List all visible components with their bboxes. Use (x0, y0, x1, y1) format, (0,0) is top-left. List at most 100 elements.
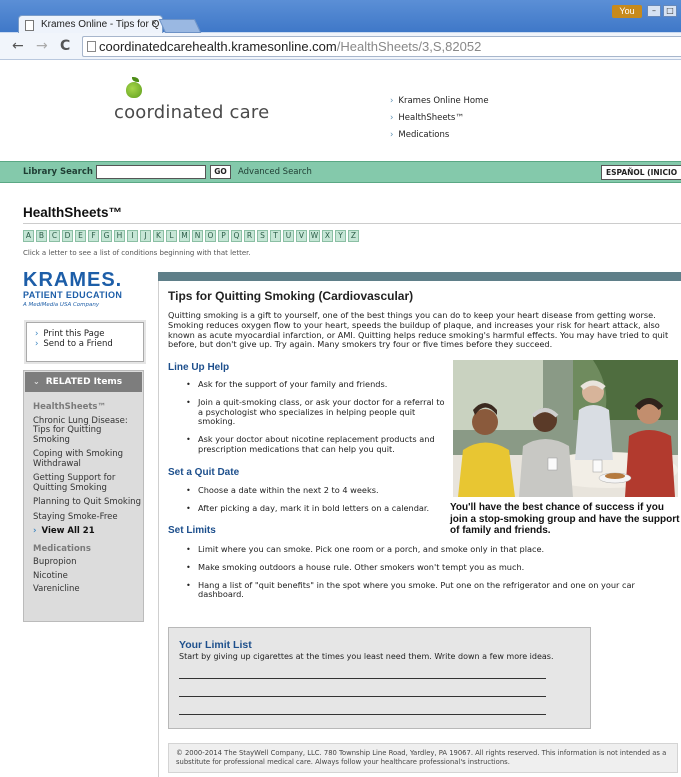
medication-link[interactable]: Varenicline (33, 584, 141, 595)
view-all-link[interactable]: View All 21 (33, 526, 141, 537)
write-in-line (179, 678, 546, 679)
krames-logo[interactable]: KRAMES. PATIENT EDUCATION A MediMedia US… (23, 270, 148, 308)
letter-h[interactable]: H (114, 230, 125, 242)
brand-name: coordinated care (114, 102, 270, 123)
letter-w[interactable]: W (309, 230, 320, 242)
limit-list-box: Your Limit List Start by giving up cigar… (168, 627, 591, 729)
copyright-footer: © 2000-2014 The StayWell Company, LLC. 7… (168, 743, 678, 773)
photo-caption: You'll have the best chance of success i… (450, 502, 680, 536)
category-medications: Medications (33, 543, 91, 554)
page-icon (87, 41, 96, 52)
letter-x[interactable]: X (322, 230, 333, 242)
letter-j[interactable]: J (140, 230, 151, 242)
header-links: Krames Online Home HealthSheets™ Medicat… (390, 93, 489, 144)
new-tab-button[interactable] (158, 19, 202, 33)
letter-y[interactable]: Y (335, 230, 346, 242)
print-page-link[interactable]: Print this Page (35, 329, 143, 339)
go-button[interactable]: GO (210, 165, 231, 179)
apple-icon (126, 82, 142, 98)
tab-strip: Krames Online - Tips for Q × You – □ (0, 0, 681, 33)
library-search-bar: Library Search GO Advanced Search ESPAÑO… (0, 161, 681, 183)
user-badge[interactable]: You (612, 5, 642, 18)
list-item: Make smoking outdoors a house rule. Othe… (186, 562, 676, 573)
bullet-list: Limit where you can smoke. Pick one room… (186, 544, 676, 608)
content-top-bar (158, 272, 681, 281)
content-border (158, 281, 159, 777)
browser-chrome: Krames Online - Tips for Q × You – □ ← →… (0, 0, 681, 60)
page-icon (25, 20, 34, 31)
bullet-list: Ask for the support of your family and f… (186, 379, 448, 463)
address-bar[interactable]: coordinatedcarehealth.kramesonline.com/H… (82, 36, 681, 57)
related-items-panel: RELATED Items HealthSheets™ Chronic Lung… (23, 370, 144, 622)
letter-o[interactable]: O (205, 230, 216, 242)
coordinated-care-logo[interactable]: coordinated care (112, 77, 282, 130)
letter-i[interactable]: I (127, 230, 138, 242)
related-link[interactable]: Getting Support for Quitting Smoking (33, 473, 141, 493)
letter-l[interactable]: L (166, 230, 177, 242)
support-group-image (453, 360, 678, 497)
link-healthsheets[interactable]: HealthSheets™ (390, 110, 489, 127)
browser-toolbar: ← → C coordinatedcarehealth.kramesonline… (0, 33, 681, 60)
letter-c[interactable]: C (49, 230, 60, 242)
letter-r[interactable]: R (244, 230, 255, 242)
forward-icon[interactable]: → (36, 38, 48, 54)
limit-list-instructions: Start by giving up cigarettes at the tim… (179, 652, 554, 661)
letter-p[interactable]: P (218, 230, 229, 242)
letter-e[interactable]: E (75, 230, 86, 242)
letter-a[interactable]: A (23, 230, 34, 242)
minimize-icon[interactable]: – (647, 5, 661, 17)
article-intro: Quitting smoking is a gift to yourself, … (168, 310, 669, 350)
list-item: Hang a list of "quit benefits" in the sp… (186, 580, 676, 601)
letter-z[interactable]: Z (348, 230, 359, 242)
related-items-list: HealthSheets™ Chronic Lung Disease: Tips… (33, 402, 141, 600)
letter-s[interactable]: S (257, 230, 268, 242)
close-icon[interactable]: × (151, 18, 157, 29)
letter-n[interactable]: N (192, 230, 203, 242)
write-in-line (179, 696, 546, 697)
url-path: /HealthSheets/3,S,82052 (336, 39, 482, 54)
letter-v[interactable]: V (296, 230, 307, 242)
browser-tab[interactable]: Krames Online - Tips for Q × (18, 15, 163, 33)
advanced-search-link[interactable]: Advanced Search (238, 167, 312, 177)
letter-k[interactable]: K (153, 230, 164, 242)
letter-b[interactable]: B (36, 230, 47, 242)
related-link[interactable]: Coping with Smoking Withdrawal (33, 449, 141, 469)
library-search-input[interactable] (96, 165, 206, 179)
support-group-photo (453, 360, 678, 497)
article-title: Tips for Quitting Smoking (Cardiovascula… (168, 289, 414, 303)
link-krames-home[interactable]: Krames Online Home (390, 93, 488, 110)
reload-icon[interactable]: C (60, 38, 70, 54)
letter-d[interactable]: D (62, 230, 73, 242)
medication-link[interactable]: Nicotine (33, 571, 141, 582)
related-items-header[interactable]: RELATED Items (25, 372, 142, 392)
related-link[interactable]: Staying Smoke-Free (33, 512, 141, 523)
write-in-line (179, 714, 546, 715)
letter-hint: Click a letter to see a list of conditio… (23, 249, 251, 257)
letter-q[interactable]: Q (231, 230, 242, 242)
category-healthsheets: HealthSheets™ (33, 402, 106, 412)
letter-u[interactable]: U (283, 230, 294, 242)
letter-f[interactable]: F (88, 230, 99, 242)
maximize-icon[interactable]: □ (663, 5, 677, 17)
web-page: coordinated care Krames Online Home Heal… (0, 60, 681, 777)
section-heading: Set a Quit Date (168, 467, 240, 478)
list-item: Join a quit-smoking class, or ask your d… (186, 397, 448, 427)
list-item: After picking a day, mark it in bold let… (186, 503, 448, 514)
related-link[interactable]: Chronic Lung Disease: Tips for Quitting … (33, 416, 141, 446)
link-medications[interactable]: Medications (390, 127, 489, 144)
letter-g[interactable]: G (101, 230, 112, 242)
back-icon[interactable]: ← (12, 38, 24, 54)
letter-t[interactable]: T (270, 230, 281, 242)
list-item: Ask your doctor about nicotine replaceme… (186, 434, 448, 455)
section-heading: Set Limits (168, 525, 216, 536)
limit-list-title: Your Limit List (179, 639, 252, 651)
section-heading: Line Up Help (168, 362, 230, 373)
url-host: coordinatedcarehealth.kramesonline.com (99, 39, 337, 54)
letter-m[interactable]: M (179, 230, 190, 242)
healthsheets-title: HealthSheets™ (23, 205, 123, 220)
send-to-friend-link[interactable]: Send to a Friend (35, 339, 143, 349)
related-link[interactable]: Planning to Quit Smoking (33, 497, 141, 508)
medication-link[interactable]: Bupropion (33, 557, 141, 568)
language-button[interactable]: ESPAÑOL (INICIO (601, 165, 681, 180)
tab-title: Krames Online - Tips for Q (41, 19, 160, 30)
